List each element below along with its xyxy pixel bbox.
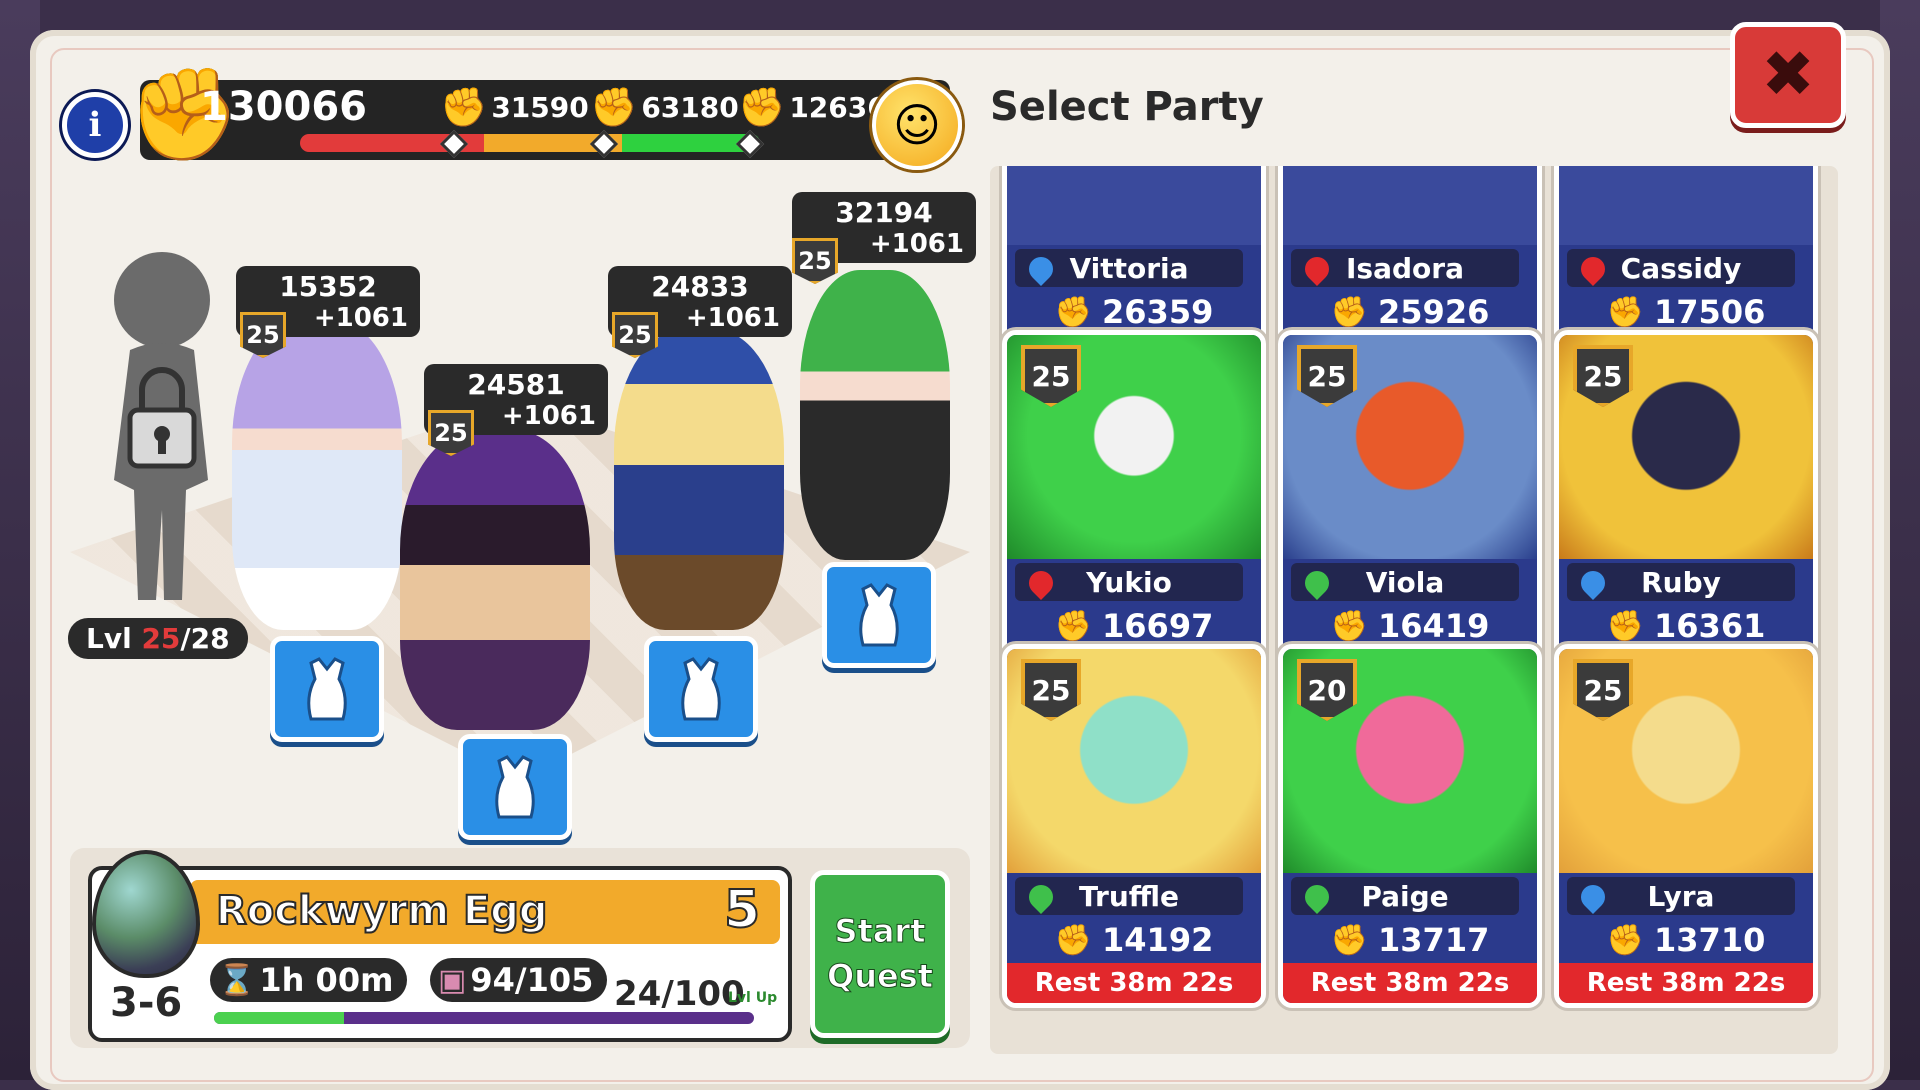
fist-icon: ✊ — [1054, 922, 1093, 958]
hero-power: ✊ 16419 — [1330, 607, 1490, 645]
mood-smiley-icon: ☺ — [872, 80, 962, 170]
power-progress-bar — [300, 134, 760, 152]
page-title: Select Party — [990, 84, 1264, 130]
fist-icon: ✊ — [1606, 922, 1645, 958]
fist-icon: ✊ — [1606, 294, 1645, 330]
fist-icon: ✊ — [1330, 294, 1369, 330]
hero-rest-timer: Rest 38m 22s — [1007, 963, 1261, 1003]
outfit-icon — [859, 583, 899, 647]
quest-xp: 24/100 — [614, 974, 745, 1014]
fist-icon: ✊ — [1054, 294, 1093, 330]
fist-icon: ✊ — [738, 85, 786, 129]
quest-items-chip: ▣ 94/105 — [430, 958, 608, 1002]
party-member-3-sprite[interactable] — [614, 330, 784, 630]
outfit-icon — [307, 657, 347, 721]
hero-power: ✊ 17506 — [1606, 293, 1766, 331]
fist-icon: ✊ — [1330, 608, 1369, 644]
info-button[interactable]: i — [62, 92, 128, 158]
hero-power: ✊ 25926 — [1330, 293, 1490, 331]
hero-power: ✊ 26359 — [1054, 293, 1214, 331]
quest-duration-chip: ⌛ 1h 00m — [210, 958, 408, 1002]
hero-rest-timer: Rest 38m 22s — [1559, 963, 1813, 1003]
close-button[interactable]: ✖ — [1730, 22, 1846, 128]
threshold-2: ✊ 63180 — [590, 85, 739, 129]
quest-xp-bar — [214, 1012, 754, 1024]
party-member-3-outfit-button[interactable] — [644, 636, 758, 742]
hero-power: ✊ 16697 — [1054, 607, 1214, 645]
power-fist-icon: ✊ — [128, 62, 241, 167]
party-member-4-outfit-button[interactable] — [822, 562, 936, 668]
hero-grid[interactable]: Vittoria✊26359Rest 2h 18mIsadora✊25926Re… — [990, 166, 1838, 1054]
quest-xp-fill — [214, 1012, 344, 1024]
hero-card-ruby[interactable]: 25Ruby✊16361Rest 32m 22s — [1554, 330, 1818, 694]
fist-icon: ✊ — [1606, 608, 1645, 644]
hourglass-icon: ⌛ — [218, 962, 256, 998]
level-up-label: Lvl Up — [728, 990, 778, 1006]
hero-power: ✊ 14192 — [1054, 921, 1214, 959]
hero-power: ✊ 13717 — [1330, 921, 1490, 959]
hero-power: ✊ 16361 — [1606, 607, 1766, 645]
hero-portrait — [1283, 166, 1537, 245]
party-member-2-outfit-button[interactable] — [458, 734, 572, 840]
threshold-1: ✊ 31590 — [440, 85, 589, 129]
quest-name: Rockwyrm Egg — [215, 887, 549, 935]
locked-slot-silhouette[interactable] — [90, 240, 230, 610]
hero-power: ✊ 13710 — [1606, 921, 1766, 959]
start-quest-button[interactable]: Start Quest — [810, 870, 950, 1038]
fist-icon: ✊ — [440, 85, 488, 129]
hero-card-lyra[interactable]: 25 Lyra ✊ 13710 Rest 38m 22s — [1554, 644, 1818, 1008]
hero-portrait — [1007, 166, 1261, 245]
party-member-2-sprite[interactable] — [400, 430, 590, 730]
outfit-icon — [681, 657, 721, 721]
info-icon: i — [88, 105, 102, 145]
party-member-1-sprite[interactable] — [232, 320, 402, 630]
party-member-1-outfit-button[interactable] — [270, 636, 384, 742]
hero-card-truffle[interactable]: 25 Truffle ✊ 14192 Rest 38m 22s — [1002, 644, 1266, 1008]
hero-card-paige[interactable]: 20 Paige ✊ 13717 Rest 38m 22s — [1278, 644, 1542, 1008]
chest-icon: ▣ — [438, 962, 467, 998]
party-member-4-sprite[interactable] — [800, 270, 950, 560]
party-level-label: Lvl 25/28 — [68, 618, 248, 659]
close-icon: ✖ — [1761, 38, 1815, 112]
fist-icon: ✊ — [1330, 922, 1369, 958]
quest-stage: 3-6 — [110, 980, 183, 1026]
fist-icon: ✊ — [590, 85, 638, 129]
hero-rest-timer: Rest 38m 22s — [1283, 963, 1537, 1003]
hero-portrait — [1559, 166, 1813, 245]
total-party-power: 130066 — [200, 84, 367, 130]
quest-count: 5 — [723, 879, 761, 941]
hero-card-viola[interactable]: 25Viola✊16419Rest 2h 38m — [1278, 330, 1542, 694]
fist-icon: ✊ — [1054, 608, 1093, 644]
outfit-icon — [495, 755, 535, 819]
hero-card-yukio[interactable]: 25Yukio✊16697Rest 1h 18m — [1002, 330, 1266, 694]
